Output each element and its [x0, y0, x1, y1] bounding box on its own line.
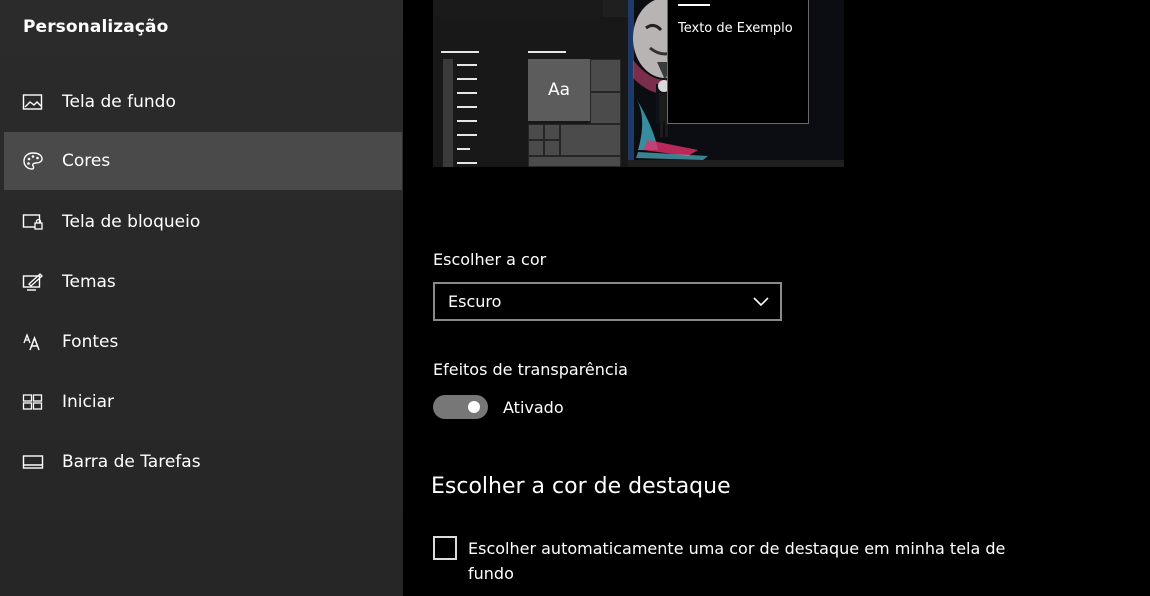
- preview-sample-window: Texto de Exemplo: [667, 0, 809, 124]
- color-mode-dropdown[interactable]: Escuro: [433, 282, 782, 321]
- sidebar-item-label: Barra de Tarefas: [62, 452, 201, 472]
- taskbar-icon: [22, 455, 44, 469]
- sidebar-item-tela-de-bloqueio[interactable]: Tela de bloqueio: [4, 193, 402, 251]
- auto-accent-label[interactable]: Escolher automaticamente uma cor de dest…: [468, 536, 1028, 586]
- transparency-toggle[interactable]: [433, 395, 488, 419]
- toggle-knob: [468, 401, 480, 413]
- auto-accent-checkbox[interactable]: [433, 536, 457, 560]
- lock-screen-icon: [22, 214, 43, 230]
- transparency-state: Ativado: [503, 398, 564, 417]
- preview-top-strip: [433, 0, 603, 17]
- theme-preview: Aa Texto de Exemplo: [433, 0, 844, 167]
- sidebar-title: Personalização: [23, 17, 169, 37]
- sidebar-item-label: Cores: [62, 151, 111, 171]
- preview-sample-text: Texto de Exemplo: [678, 21, 793, 36]
- sidebar-item-temas[interactable]: Temas: [4, 253, 402, 311]
- sidebar-item-label: Iniciar: [62, 392, 114, 412]
- chevron-down-icon: [753, 297, 769, 307]
- preview-aa-tile: Aa: [528, 59, 590, 121]
- sidebar-item-barra-de-tarefas[interactable]: Barra de Tarefas: [4, 433, 402, 491]
- color-mode-label: Escolher a cor: [433, 250, 547, 269]
- sidebar-item-tela-de-fundo[interactable]: Tela de fundo: [4, 73, 402, 131]
- sidebar-item-label: Fontes: [62, 332, 119, 352]
- palette-icon: [23, 152, 43, 170]
- picture-icon: [22, 94, 43, 110]
- sidebar-item-cores[interactable]: Cores: [4, 132, 402, 190]
- preview-sample-bar: [678, 4, 710, 6]
- main-content: Aa Texto de Exemplo Escolher a cor Escur…: [403, 0, 1150, 596]
- sidebar-item-label: Tela de fundo: [62, 92, 176, 112]
- start-icon: [22, 394, 43, 410]
- sidebar-item-label: Tela de bloqueio: [62, 212, 201, 232]
- transparency-label: Efeitos de transparência: [433, 360, 628, 379]
- sidebar-item-label: Temas: [62, 272, 116, 292]
- fonts-icon: [23, 333, 40, 351]
- color-mode-selected: Escuro: [448, 292, 502, 311]
- sidebar-item-fontes[interactable]: Fontes: [4, 313, 402, 371]
- sidebar-item-iniciar[interactable]: Iniciar: [4, 373, 402, 431]
- accent-heading: Escolher a cor de destaque: [431, 474, 731, 499]
- sidebar: Personalização Tela de fundo Cores Tela …: [0, 0, 403, 596]
- themes-icon: [22, 273, 43, 291]
